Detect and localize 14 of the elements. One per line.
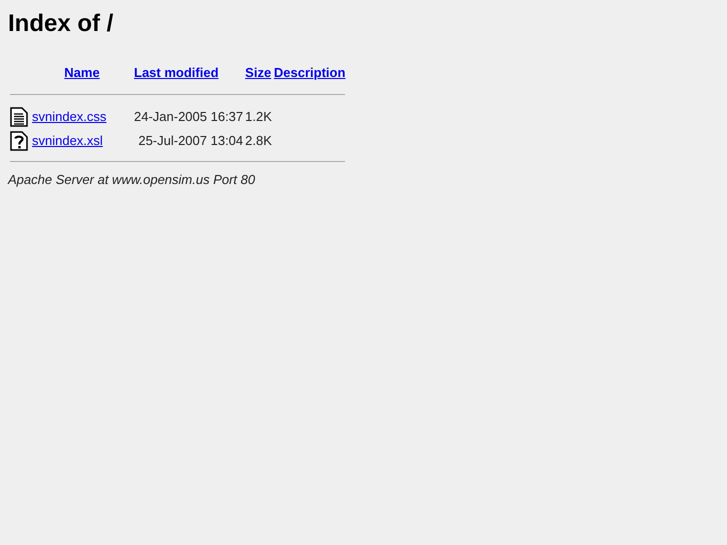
column-header-link[interactable]: Name bbox=[64, 65, 100, 80]
column-header-link[interactable]: Last modified bbox=[134, 65, 219, 80]
file-size: 2.8K bbox=[245, 132, 272, 148]
column-header-link[interactable]: Description bbox=[274, 65, 346, 80]
file-link[interactable]: svnindex.css bbox=[32, 108, 106, 124]
page-title: Index of / bbox=[8, 9, 114, 39]
modified-date: 25-Jul-2007 13:04 bbox=[138, 132, 244, 148]
column-header-link[interactable]: Size bbox=[245, 65, 272, 80]
question-file-icon bbox=[10, 130, 28, 150]
text-file-icon bbox=[10, 106, 28, 126]
server-signature: Apache Server at www.opensim.us Port 80 bbox=[8, 170, 256, 189]
modified-date: 24-Jan-2005 16:37 bbox=[134, 108, 244, 124]
file-size: 1.2K bbox=[245, 108, 272, 124]
file-link[interactable]: svnindex.xsl bbox=[32, 132, 103, 148]
